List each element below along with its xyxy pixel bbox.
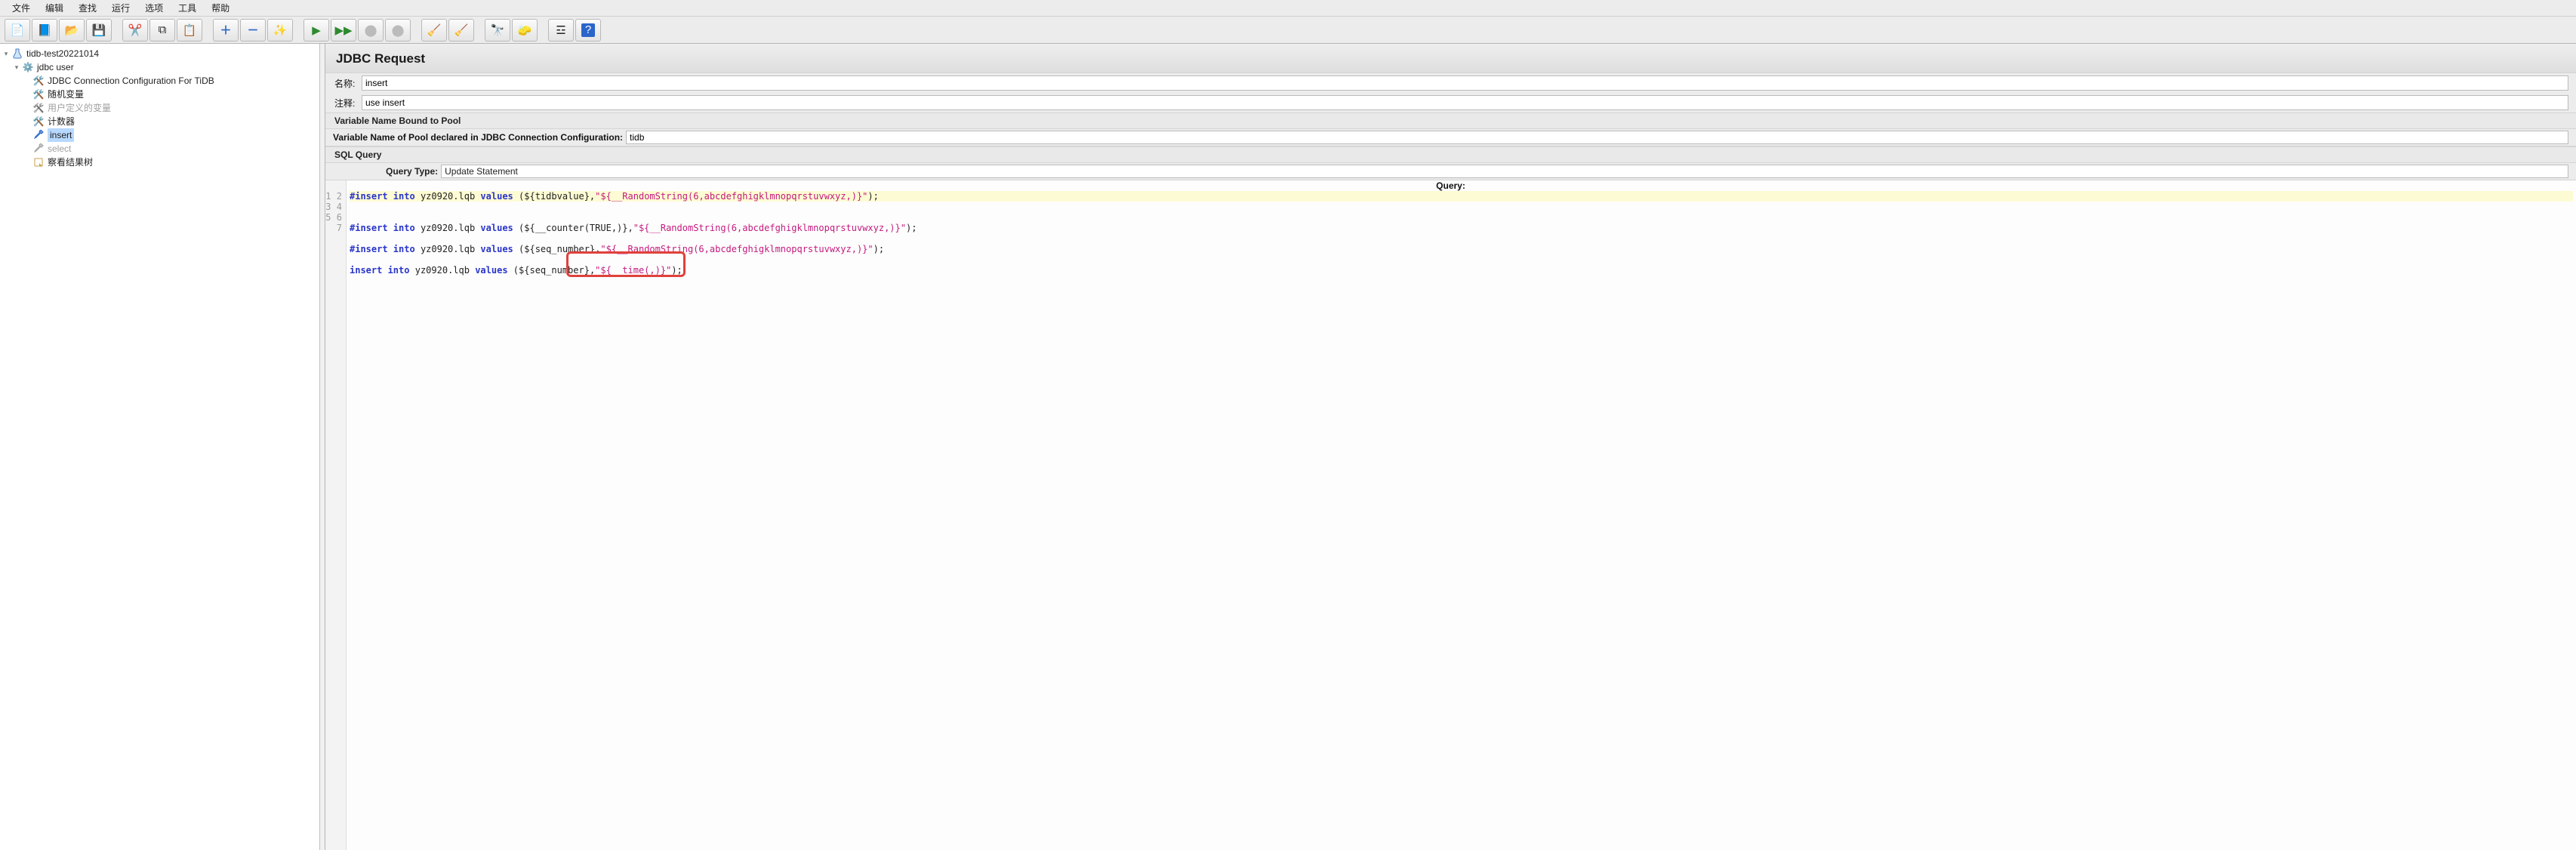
tree-node-select-sampler[interactable]: · select [0, 142, 319, 156]
broom-icon: 🧹 [427, 23, 442, 37]
tree-label: jdbc user [37, 60, 74, 74]
wrench-icon: 🛠️ [32, 88, 45, 101]
toolbar: 📄 📘 📂 💾 ✂️ ⧉ 📋 ＋ － ✨ ▶ ▶▶ ⬤ ⬤ 🧹 🧹 🔭 🧽 ☲ … [0, 17, 2576, 44]
binoculars-icon: 🔭 [491, 23, 505, 37]
search-tree-button[interactable]: 🔭 [485, 19, 510, 42]
query-type-select[interactable]: Update Statement [441, 165, 2568, 178]
tree-label: select [48, 142, 71, 156]
menu-search[interactable]: 查找 [71, 0, 104, 16]
stop-button[interactable]: ⬤ [358, 19, 384, 42]
dropper-icon [32, 128, 45, 142]
tree-label: JDBC Connection Configuration For TiDB [48, 74, 214, 88]
tree-label: 随机变量 [48, 88, 84, 101]
tree-label: tidb-test20221014 [26, 47, 99, 60]
pagecurl-icon [32, 156, 45, 169]
shutdown-icon: ⬤ [392, 23, 405, 37]
tree-label: 察看结果树 [48, 156, 93, 169]
menu-edit[interactable]: 编辑 [38, 0, 71, 16]
reset-search-button[interactable]: 🧽 [512, 19, 538, 42]
menu-run[interactable]: 运行 [104, 0, 137, 16]
minus-icon: － [247, 22, 258, 38]
tree-label: insert [48, 128, 74, 142]
name-input[interactable] [362, 75, 2568, 91]
menu-options[interactable]: 选项 [137, 0, 171, 16]
copy-button[interactable]: ⧉ [149, 19, 175, 42]
menu-help[interactable]: 帮助 [204, 0, 237, 16]
sql-section-header: SQL Query [325, 146, 2576, 163]
menu-file[interactable]: 文件 [5, 0, 38, 16]
list-icon: ☲ [556, 23, 565, 37]
folder-open-icon: 📂 [65, 23, 79, 37]
clipboard-icon: 📋 [183, 23, 197, 37]
menubar: 文件 编辑 查找 运行 选项 工具 帮助 [0, 0, 2576, 17]
start-button[interactable]: ▶ [304, 19, 329, 42]
split-divider[interactable] [320, 44, 325, 850]
name-label: 名称: [333, 77, 362, 90]
query-type-label: Query Type: [386, 166, 441, 177]
query-type-value: Update Statement [445, 166, 518, 177]
help-icon: ? [581, 23, 595, 37]
save-icon: 💾 [92, 23, 106, 37]
eraser-icon: 🧽 [518, 23, 532, 37]
help-button[interactable]: ? [575, 19, 601, 42]
dropper-icon [32, 142, 45, 156]
tree-twisty-icon[interactable]: ▾ [12, 60, 21, 74]
play-fast-icon: ▶▶ [334, 23, 352, 37]
clear-button[interactable]: 🧹 [421, 19, 447, 42]
gear-icon: ⚙️ [21, 60, 35, 74]
broom-all-icon: 🧹 [454, 23, 469, 37]
tree-node-counter[interactable]: · 🛠️ 计数器 [0, 115, 319, 128]
function-helper-button[interactable]: ☲ [548, 19, 574, 42]
tree-node-insert-sampler[interactable]: · insert [0, 128, 319, 142]
file-new-icon: 📄 [11, 23, 25, 37]
pool-label: Variable Name of Pool declared in JDBC C… [333, 132, 626, 143]
comment-label: 注释: [333, 97, 362, 109]
paste-button[interactable]: 📋 [177, 19, 202, 42]
templates-button[interactable]: 📘 [32, 19, 57, 42]
play-icon: ▶ [312, 23, 321, 37]
save-button[interactable]: 💾 [86, 19, 112, 42]
expand-button[interactable]: ✨ [267, 19, 293, 42]
pool-name-input[interactable] [626, 131, 2568, 144]
scissors-icon: ✂️ [128, 23, 143, 37]
plus-icon: ＋ [220, 22, 231, 38]
open-button[interactable]: 📂 [59, 19, 85, 42]
tree-node-jdbc-config[interactable]: · 🛠️ JDBC Connection Configuration For T… [0, 74, 319, 88]
shutdown-button[interactable]: ⬤ [385, 19, 411, 42]
test-plan-tree-pane: ▾ tidb-test20221014 ▾ ⚙️ jdbc user [0, 44, 320, 850]
templates-icon: 📘 [38, 23, 52, 37]
tree-node-view-results-tree[interactable]: · 察看结果树 [0, 156, 319, 169]
wand-icon: ✨ [273, 23, 288, 37]
sql-editor[interactable]: Query: 1 2 3 4 5 6 7 #insert into yz0920… [325, 180, 2576, 850]
wrench-icon: 🛠️ [32, 115, 45, 128]
tree-node-random-variable[interactable]: · 🛠️ 随机变量 [0, 88, 319, 101]
stop-icon: ⬤ [365, 23, 377, 37]
remove-button[interactable]: － [240, 19, 266, 42]
wrench-icon: 🛠️ [32, 101, 45, 115]
tree-twisty-icon[interactable]: ▾ [2, 47, 11, 60]
menu-tools[interactable]: 工具 [171, 0, 204, 16]
tree-node-test-plan[interactable]: ▾ tidb-test20221014 [0, 47, 319, 60]
start-noTimers-button[interactable]: ▶▶ [331, 19, 356, 42]
test-plan-tree[interactable]: ▾ tidb-test20221014 ▾ ⚙️ jdbc user [0, 47, 319, 169]
tree-label: 计数器 [48, 115, 75, 128]
tree-node-user-defined-variables[interactable]: · 🛠️ 用户定义的变量 [0, 101, 319, 115]
comment-input[interactable] [362, 95, 2568, 110]
tree-node-thread-group[interactable]: ▾ ⚙️ jdbc user [0, 60, 319, 74]
cut-button[interactable]: ✂️ [122, 19, 148, 42]
wrench-icon: 🛠️ [32, 74, 45, 88]
pool-section-header: Variable Name Bound to Pool [325, 112, 2576, 129]
new-button[interactable]: 📄 [5, 19, 30, 42]
clear-all-button[interactable]: 🧹 [448, 19, 474, 42]
jdbc-request-panel: JDBC Request 名称: 注释: Variable Name Bound… [325, 44, 2576, 850]
tree-label: 用户定义的变量 [48, 101, 111, 115]
editor-gutter: 1 2 3 4 5 6 7 [325, 180, 347, 850]
panel-title: JDBC Request [325, 44, 2576, 73]
copy-icon: ⧉ [159, 23, 167, 36]
add-button[interactable]: ＋ [213, 19, 239, 42]
flask-icon [11, 47, 24, 60]
editor-code[interactable]: #insert into yz0920.lqb values (${tidbva… [347, 180, 2576, 850]
